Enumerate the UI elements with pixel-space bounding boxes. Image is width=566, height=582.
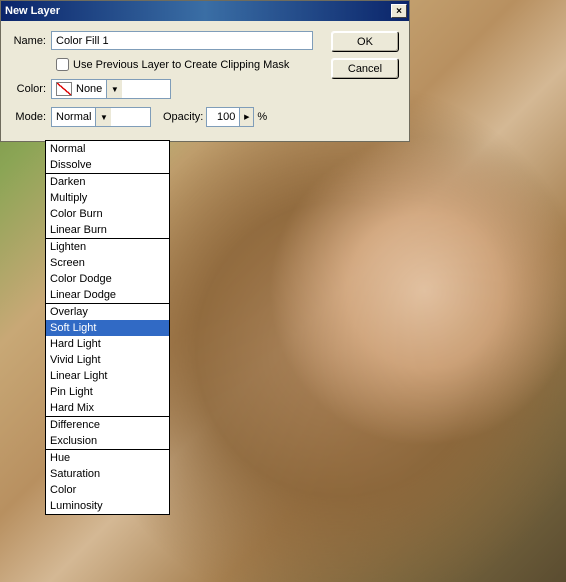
mode-option[interactable]: Pin Light bbox=[46, 384, 169, 400]
mode-dropdown-group: LightenScreenColor DodgeLinear Dodge bbox=[46, 239, 169, 304]
new-layer-dialog: New Layer × OK Cancel Name: Use Previous… bbox=[0, 0, 410, 142]
mode-option[interactable]: Color bbox=[46, 482, 169, 498]
mode-option[interactable]: Vivid Light bbox=[46, 352, 169, 368]
mode-value: Normal bbox=[52, 108, 95, 126]
mode-dropdown[interactable]: NormalDissolveDarkenMultiplyColor BurnLi… bbox=[45, 140, 170, 515]
mode-option[interactable]: Dissolve bbox=[46, 157, 169, 173]
mode-option[interactable]: Hard Light bbox=[46, 336, 169, 352]
mode-option[interactable]: Hard Mix bbox=[46, 400, 169, 416]
color-row: Color: None ▼ bbox=[11, 79, 399, 99]
opacity-group: Opacity: ▶ % bbox=[163, 107, 267, 127]
mode-option[interactable]: Exclusion bbox=[46, 433, 169, 449]
opacity-label: Opacity: bbox=[163, 111, 203, 123]
cancel-button[interactable]: Cancel bbox=[331, 58, 399, 79]
clipping-label: Use Previous Layer to Create Clipping Ma… bbox=[73, 59, 289, 71]
mode-option[interactable]: Hue bbox=[46, 450, 169, 466]
mode-option[interactable]: Saturation bbox=[46, 466, 169, 482]
opacity-input[interactable] bbox=[207, 108, 239, 126]
mode-option[interactable]: Screen bbox=[46, 255, 169, 271]
mode-dropdown-group: DifferenceExclusion bbox=[46, 417, 169, 450]
mode-option[interactable]: Darken bbox=[46, 174, 169, 190]
mode-option[interactable]: Soft Light bbox=[46, 320, 169, 336]
dialog-title: New Layer bbox=[5, 5, 60, 17]
mode-combo[interactable]: Normal ▼ bbox=[51, 107, 151, 127]
color-label: Color: bbox=[11, 83, 51, 95]
color-combo[interactable]: None ▼ bbox=[51, 79, 171, 99]
clipping-checkbox[interactable] bbox=[56, 58, 69, 71]
close-icon: × bbox=[396, 6, 402, 17]
mode-option[interactable]: Linear Light bbox=[46, 368, 169, 384]
mode-dropdown-group: DarkenMultiplyColor BurnLinear Burn bbox=[46, 174, 169, 239]
mode-option[interactable]: Multiply bbox=[46, 190, 169, 206]
mode-dropdown-group: NormalDissolve bbox=[46, 141, 169, 174]
titlebar[interactable]: New Layer × bbox=[1, 1, 409, 21]
mode-option[interactable]: Color Dodge bbox=[46, 271, 169, 287]
opacity-unit: % bbox=[257, 111, 267, 123]
mode-option[interactable]: Normal bbox=[46, 141, 169, 157]
dialog-buttons: OK Cancel bbox=[331, 31, 399, 79]
opacity-spinner[interactable]: ▶ bbox=[206, 107, 254, 127]
ok-button[interactable]: OK bbox=[331, 31, 399, 52]
mode-row: Mode: Normal ▼ Opacity: ▶ % bbox=[11, 107, 399, 127]
mode-dropdown-group: OverlaySoft LightHard LightVivid LightLi… bbox=[46, 304, 169, 417]
chevron-down-icon[interactable]: ▼ bbox=[106, 80, 122, 98]
color-value: None bbox=[52, 80, 106, 98]
mode-option[interactable]: Overlay bbox=[46, 304, 169, 320]
mode-option[interactable]: Lighten bbox=[46, 239, 169, 255]
mode-label: Mode: bbox=[11, 111, 51, 123]
name-input[interactable] bbox=[51, 31, 313, 50]
dialog-body: OK Cancel Name: Use Previous Layer to Cr… bbox=[1, 21, 409, 141]
mode-option[interactable]: Luminosity bbox=[46, 498, 169, 514]
mode-option[interactable]: Linear Burn bbox=[46, 222, 169, 238]
mode-dropdown-group: HueSaturationColorLuminosity bbox=[46, 450, 169, 514]
mode-option[interactable]: Color Burn bbox=[46, 206, 169, 222]
triangle-right-icon[interactable]: ▶ bbox=[239, 108, 253, 126]
name-label: Name: bbox=[11, 35, 51, 47]
mode-option[interactable]: Linear Dodge bbox=[46, 287, 169, 303]
chevron-down-icon[interactable]: ▼ bbox=[95, 108, 111, 126]
mode-option[interactable]: Difference bbox=[46, 417, 169, 433]
close-button[interactable]: × bbox=[391, 4, 407, 18]
